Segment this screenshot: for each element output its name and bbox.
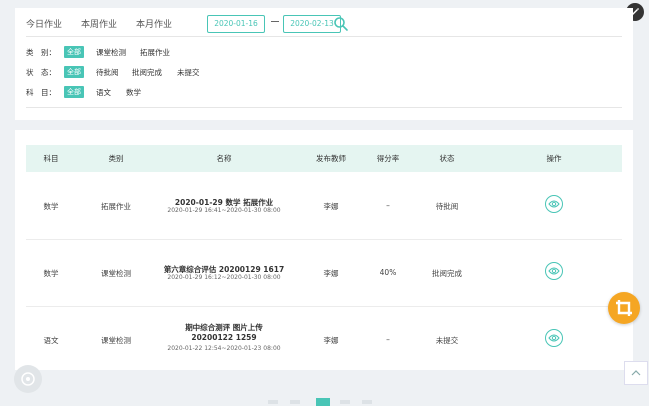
filter-panel: 今日作业 本周作业 本月作业 2020-01-16 2020-02-13 类 别… (15, 8, 633, 120)
column-header-status: 状态 (439, 154, 455, 163)
view-button[interactable] (545, 329, 563, 347)
cell-subject: 语文 (43, 336, 59, 345)
cell-teacher: 李娜 (323, 202, 339, 211)
column-header-teacher: 发布教师 (316, 154, 346, 163)
table-header: 科目 类别 名称 发布教师 得分率 状态 操作 (26, 145, 622, 172)
cell-category: 拓展作业 (101, 202, 131, 211)
pagination-prev[interactable] (268, 400, 278, 404)
filter-label-status: 状 态： (26, 68, 56, 77)
cell-score-rate: 40% (379, 268, 397, 277)
status-option-all[interactable]: 全部 (64, 66, 84, 78)
back-to-top-button[interactable] (624, 361, 648, 385)
cell-teacher: 李娜 (323, 269, 339, 278)
column-header-score-rate: 得分率 (376, 154, 400, 163)
filter-row-subject: 科 目： 全部 语文 数学 (26, 86, 226, 98)
divider (26, 36, 622, 37)
cell-subject: 数学 (43, 202, 59, 211)
category-option-class-test[interactable]: 课堂检测 (96, 47, 126, 58)
pagination-next[interactable] (362, 400, 372, 404)
crop-button[interactable] (608, 292, 640, 324)
cell-status: 待批阅 (435, 202, 459, 211)
status-option-not-submitted[interactable]: 未提交 (177, 67, 200, 78)
eye-icon (548, 267, 560, 275)
cell-score-rate: – (386, 201, 390, 210)
table-row: 数学 拓展作业 2020-01-29 数学 拓展作业 2020-01-29 16… (26, 172, 622, 240)
eye-icon (548, 200, 560, 208)
view-button[interactable] (545, 195, 563, 213)
tab-this-month[interactable]: 本月作业 (136, 17, 172, 30)
pagination-item[interactable] (290, 400, 300, 404)
category-option-all[interactable]: 全部 (64, 46, 84, 58)
column-header-category: 类别 (108, 154, 124, 163)
cell-status: 未提交 (435, 336, 459, 345)
cell-teacher: 李娜 (323, 336, 339, 345)
cell-status: 批阅完成 (432, 269, 462, 278)
status-option-pending[interactable]: 待批阅 (96, 67, 119, 78)
column-header-subject: 科目 (43, 154, 59, 163)
pagination-item[interactable] (340, 400, 350, 404)
filter-row-category: 类 别： 全部 课堂检测 拓展作业 (26, 46, 226, 58)
table-row: 数学 课堂检测 第六章综合评估 20200129 1617 2020-01-29… (26, 239, 622, 307)
eye-icon (548, 334, 560, 342)
filter-row-status: 状 态： 全部 待批阅 批阅完成 未提交 (26, 66, 266, 78)
assistant-button[interactable] (14, 365, 42, 393)
crop-icon (616, 300, 632, 316)
chevron-up-icon (631, 370, 641, 376)
subject-option-math[interactable]: 数学 (126, 87, 141, 98)
tab-today[interactable]: 今日作业 (26, 17, 62, 30)
search-icon[interactable] (333, 16, 349, 32)
pagination-current-page[interactable] (316, 398, 330, 406)
category-option-extended[interactable]: 拓展作业 (140, 47, 170, 58)
cell-name: 期中综合测评 图片上传 20200122 1259 (185, 323, 263, 342)
view-button[interactable] (545, 262, 563, 280)
table-row: 语文 课堂检测 期中综合测评 图片上传 20200122 1259 2020-0… (26, 306, 622, 373)
start-date-input[interactable]: 2020-01-16 (207, 15, 265, 33)
cell-time: 2020-01-22 12:54~2020-01-23 08:00 (167, 345, 281, 352)
cell-time: 2020-01-29 16:41~2020-01-30 08:00 (167, 207, 281, 214)
column-header-name: 名称 (216, 154, 232, 163)
cell-category: 课堂检测 (101, 269, 131, 278)
column-header-action: 操作 (546, 154, 562, 163)
status-option-graded[interactable]: 批阅完成 (132, 67, 162, 78)
filter-label-subject: 科 目： (26, 88, 56, 97)
filter-label-category: 类 别： (26, 48, 56, 57)
date-separator (271, 21, 279, 22)
cell-score-rate: – (386, 335, 390, 344)
subject-option-all[interactable]: 全部 (64, 86, 84, 98)
tab-this-week[interactable]: 本周作业 (81, 17, 117, 30)
cell-time: 2020-01-29 16:12~2020-01-30 08:00 (167, 274, 281, 281)
homework-table: 科目 类别 名称 发布教师 得分率 状态 操作 数学 拓展作业 2020-01-… (15, 130, 633, 370)
cell-category: 课堂检测 (101, 336, 131, 345)
assistant-icon (21, 372, 35, 386)
divider (26, 107, 622, 108)
cell-subject: 数学 (43, 269, 59, 278)
subject-option-chinese[interactable]: 语文 (96, 87, 111, 98)
